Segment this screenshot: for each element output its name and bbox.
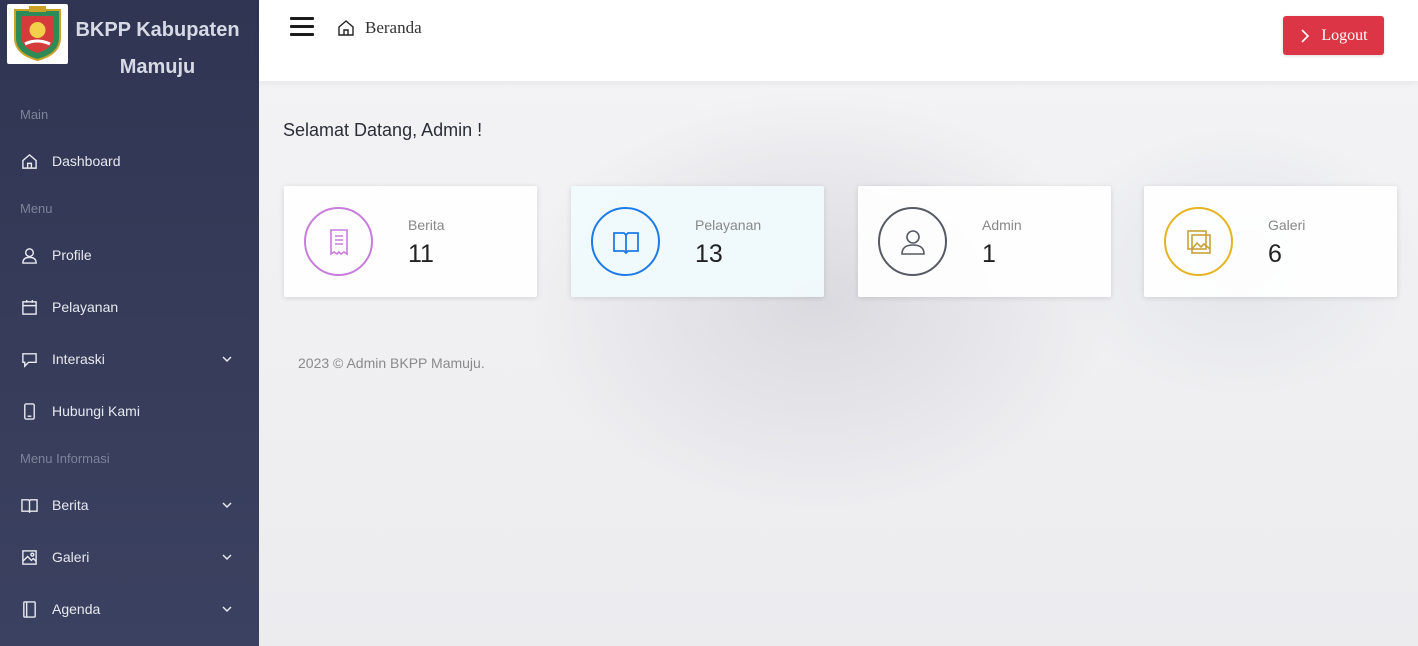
breadcrumb-label: Beranda [365, 18, 422, 37]
welcome-message: Selamat Datang, Admin ! [283, 120, 483, 140]
topbar: Beranda Logout [259, 0, 1418, 81]
stat-card-value: 1 [982, 240, 996, 268]
sidebar-item-label: Berita [52, 497, 89, 513]
book-icon [20, 496, 38, 514]
stat-card-admin[interactable]: Admin 1 [858, 186, 1111, 297]
chevron-down-icon [221, 498, 235, 512]
sidebar-item-pelayanan[interactable]: Pelayanan [0, 287, 259, 327]
notebook-icon [20, 600, 38, 618]
sidebar-item-label: Dashboard [52, 153, 121, 169]
stat-card-value: 6 [1268, 240, 1282, 268]
stat-card-pelayanan[interactable]: Pelayanan 13 [571, 186, 824, 297]
section-label-menu-informasi: Menu Informasi [20, 451, 110, 466]
stat-card-berita[interactable]: Berita 11 [284, 186, 537, 297]
sidebar-item-interaski[interactable]: Interaski [0, 339, 259, 379]
user-icon [878, 207, 947, 276]
chevron-down-icon [221, 550, 235, 564]
stat-card-galeri[interactable]: Galeri 6 [1144, 186, 1397, 297]
book-open-icon [591, 207, 660, 276]
stat-card-label: Berita [408, 217, 445, 233]
sidebar-item-profile[interactable]: Profile [0, 235, 259, 275]
chevron-right-icon [1301, 28, 1310, 43]
breadcrumb[interactable]: Beranda [336, 18, 422, 38]
sidebar-item-galeri[interactable]: Galeri [0, 537, 259, 577]
hamburger-menu-icon[interactable] [290, 17, 314, 37]
logout-label: Logout [1321, 26, 1368, 44]
image-icon [20, 548, 38, 566]
sidebar-item-label: Profile [52, 247, 92, 263]
sidebar-item-dashboard[interactable]: Dashboard [0, 141, 259, 181]
gallery-icon [1164, 207, 1233, 276]
stat-card-label: Pelayanan [695, 217, 762, 233]
stat-card-value: 13 [695, 240, 723, 268]
sidebar-item-label: Agenda [52, 601, 101, 617]
section-label-main: Main [20, 107, 49, 122]
home-icon [338, 20, 354, 36]
stat-card-value: 11 [408, 240, 434, 268]
calendar-icon [20, 298, 38, 316]
sidebar: BKPP Kabupaten Mamuju Main Dashboard Men… [0, 0, 259, 646]
chat-icon [20, 350, 38, 368]
home-icon [20, 152, 38, 170]
regency-crest-icon [7, 4, 68, 64]
sidebar-item-agenda[interactable]: Agenda [0, 589, 259, 629]
chevron-down-icon [221, 352, 235, 366]
phone-icon [20, 402, 38, 420]
sidebar-item-label: Pelayanan [52, 299, 119, 315]
section-label-menu: Menu [20, 201, 53, 216]
receipt-icon [304, 207, 373, 276]
brand[interactable]: BKPP Kabupaten Mamuju [0, 0, 259, 88]
sidebar-item-label: Hubungi Kami [52, 403, 140, 419]
logout-button[interactable]: Logout [1283, 16, 1384, 55]
chevron-down-icon [221, 602, 235, 616]
sidebar-item-label: Galeri [52, 549, 90, 565]
stat-card-label: Galeri [1268, 217, 1306, 233]
user-icon [20, 246, 38, 264]
sidebar-item-label: Interaski [52, 351, 105, 367]
sidebar-item-hubungi-kami[interactable]: Hubungi Kami [0, 391, 259, 431]
brand-title: BKPP Kabupaten Mamuju [75, 19, 240, 78]
stat-card-label: Admin [982, 217, 1022, 233]
sidebar-item-berita[interactable]: Berita [0, 485, 259, 525]
footer-copyright: 2023 © Admin BKPP Mamuju. [298, 355, 485, 371]
background-image [259, 0, 1418, 646]
